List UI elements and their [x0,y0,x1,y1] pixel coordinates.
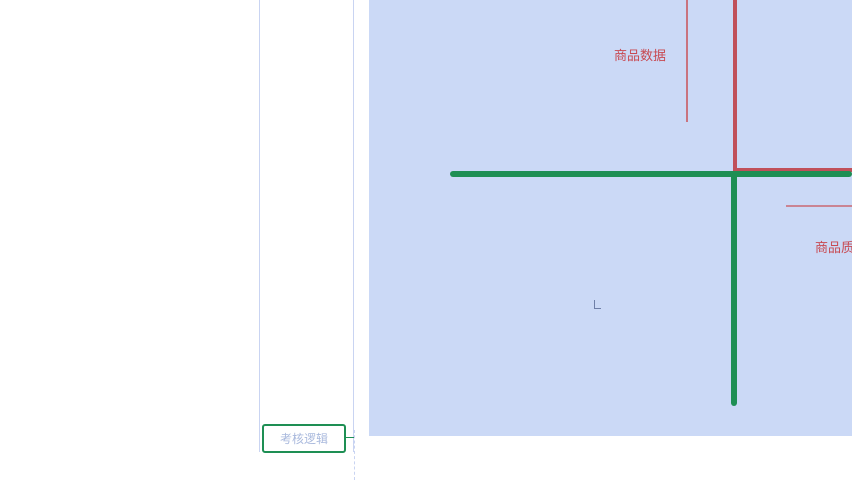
green-horizontal-line[interactable] [450,171,852,177]
outline-node-label: 考核逻辑 [279,432,328,446]
cursor-icon [594,300,601,309]
outline-node-logic[interactable]: 考核逻辑 [262,424,346,453]
red-connector-line[interactable] [686,0,688,122]
node-connector [346,437,354,438]
green-vertical-line[interactable] [731,171,737,406]
guide-line [354,430,355,480]
outline-panel [259,0,354,452]
red-connector-line[interactable] [786,205,852,207]
canvas-label-product-data[interactable]: 商品数据 [614,49,666,65]
red-highlight-box[interactable] [733,0,852,172]
canvas-label-product-quality[interactable]: 商品质 [815,241,852,257]
